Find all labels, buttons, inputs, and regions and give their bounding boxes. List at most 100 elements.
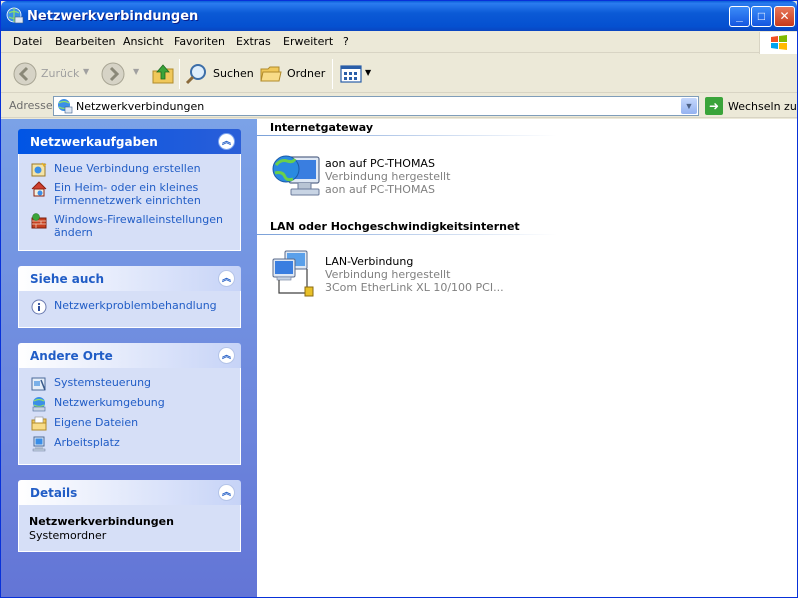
- group-header-internet-gateway: Internetgateway: [270, 121, 374, 134]
- search-icon: [185, 64, 206, 85]
- panel-body: Systemsteuerung Netzwerkumgebung Eigene …: [18, 368, 241, 465]
- group-divider: [257, 135, 557, 136]
- windows-flag-icon: [771, 35, 787, 50]
- panel-body: Neue Verbindung erstellen Ein Heim- oder…: [18, 154, 241, 251]
- menu-extras[interactable]: Extras: [236, 35, 271, 48]
- my-computer-icon: [32, 436, 46, 452]
- forward-dropdown-icon: ▼: [133, 67, 140, 76]
- panel-title: Netzwerkaufgaben: [30, 135, 158, 149]
- connection-device: aon auf PC-THOMAS: [325, 183, 435, 196]
- panel-header-other-places[interactable]: Andere Orte ︽: [18, 343, 241, 368]
- back-dropdown-icon: ▼: [83, 67, 90, 76]
- connection-status: Verbindung hergestellt: [325, 268, 451, 281]
- minimize-button[interactable]: _: [729, 6, 750, 27]
- group-header-lan: LAN oder Hochgeschwindigkeitsinternet: [270, 220, 520, 233]
- task-network-troubleshooter[interactable]: Netzwerkproblembehandlung: [29, 299, 230, 315]
- home-network-icon: [31, 181, 47, 197]
- explorer-window: Netzwerkverbindungen _ □ ✕ Datei Bearbei…: [0, 0, 798, 598]
- firewall-icon: [31, 213, 47, 229]
- task-new-connection[interactable]: Neue Verbindung erstellen: [29, 162, 230, 177]
- internet-gateway-icon: [272, 155, 320, 196]
- menu-help[interactable]: ?: [343, 35, 349, 48]
- menu-ansicht[interactable]: Ansicht: [123, 35, 164, 48]
- search-label: Suchen: [213, 67, 254, 80]
- panel-header-network-tasks[interactable]: Netzwerkaufgaben ︽: [18, 129, 241, 154]
- place-my-documents[interactable]: Eigene Dateien: [29, 416, 230, 431]
- network-neighborhood-icon: [32, 397, 46, 412]
- connection-status: Verbindung hergestellt: [325, 170, 451, 183]
- connection-item-aon[interactable]: aon auf PC-THOMAS Verbindung hergestellt…: [271, 151, 571, 203]
- maximize-button[interactable]: □: [751, 6, 772, 27]
- views-button[interactable]: ▼: [339, 62, 373, 86]
- search-button[interactable]: Suchen: [185, 62, 254, 86]
- menu-bar: Datei Bearbeiten Ansicht Favoriten Extra…: [1, 31, 797, 54]
- panel-title: Siehe auch: [30, 272, 105, 286]
- details-name: Netzwerkverbindungen: [29, 515, 174, 528]
- task-pane: Netzwerkaufgaben ︽ Neue Verbindung erste…: [1, 119, 257, 597]
- window-title: Netzwerkverbindungen: [27, 9, 199, 24]
- task-firewall-settings[interactable]: Windows-Firewalleinstellungen ändern: [29, 213, 230, 239]
- menu-erweitert[interactable]: Erweitert: [283, 35, 333, 48]
- menu-favoriten[interactable]: Favoriten: [174, 35, 225, 48]
- content-area: Netzwerkaufgaben ︽ Neue Verbindung erste…: [1, 119, 797, 597]
- place-control-panel[interactable]: Systemsteuerung: [29, 376, 230, 391]
- folder-icon: [260, 66, 282, 82]
- control-panel-icon: [31, 377, 46, 391]
- panel-details: Details ︽ Netzwerkverbindungen Systemord…: [18, 480, 241, 552]
- views-icon: [340, 65, 362, 83]
- panel-body: Netzwerkverbindungen Systemordner: [18, 505, 241, 552]
- panel-other-places: Andere Orte ︽ Systemsteuerung Netzwerkum…: [18, 343, 241, 465]
- panel-header-see-also[interactable]: Siehe auch ︽: [18, 266, 241, 291]
- place-network-neighborhood[interactable]: Netzwerkumgebung: [29, 396, 230, 412]
- title-bar[interactable]: Netzwerkverbindungen _ □ ✕: [1, 1, 797, 31]
- network-connections-icon: [58, 99, 73, 114]
- collapse-icon[interactable]: ︽: [218, 484, 235, 501]
- windows-logo: [759, 32, 797, 54]
- address-label: Adresse: [9, 99, 53, 112]
- panel-body: Netzwerkproblembehandlung: [18, 291, 241, 328]
- connection-device: 3Com EtherLink XL 10/100 PCI...: [325, 281, 504, 294]
- my-documents-icon: [31, 416, 47, 431]
- back-label: Zurück: [41, 67, 80, 80]
- back-button[interactable]: Zurück ▼: [13, 62, 93, 86]
- group-divider: [257, 234, 557, 235]
- folders-button[interactable]: Ordner: [259, 62, 325, 86]
- details-type: Systemordner: [29, 529, 107, 542]
- panel-header-details[interactable]: Details ︽: [18, 480, 241, 505]
- go-arrow-icon: ➜: [705, 97, 723, 115]
- go-label: Wechseln zu: [728, 100, 797, 113]
- close-button[interactable]: ✕: [774, 6, 795, 27]
- up-folder-button[interactable]: [151, 62, 175, 86]
- info-icon: [31, 299, 47, 315]
- menu-datei[interactable]: Datei: [13, 35, 42, 48]
- back-arrow-icon: [13, 62, 37, 86]
- task-home-network[interactable]: Ein Heim- oder ein kleines Firmennetzwer…: [29, 181, 230, 207]
- address-dropdown-button[interactable]: ▼: [681, 98, 697, 114]
- forward-arrow-icon: [101, 62, 125, 86]
- views-dropdown-icon: ▼: [365, 68, 372, 77]
- panel-network-tasks: Netzwerkaufgaben ︽ Neue Verbindung erste…: [18, 129, 241, 251]
- address-input[interactable]: Netzwerkverbindungen ▼: [53, 96, 699, 116]
- address-value: Netzwerkverbindungen: [76, 100, 205, 113]
- panel-title: Details: [30, 486, 78, 500]
- connection-name: LAN-Verbindung: [325, 255, 414, 268]
- collapse-icon[interactable]: ︽: [218, 133, 235, 150]
- connection-name: aon auf PC-THOMAS: [325, 157, 435, 170]
- toolbar-separator: [332, 59, 333, 89]
- place-my-computer[interactable]: Arbeitsplatz: [29, 436, 230, 452]
- collapse-icon[interactable]: ︽: [218, 347, 235, 364]
- panel-see-also: Siehe auch ︽ Netzwerkproblembehandlung: [18, 266, 241, 328]
- address-bar: Adresse Netzwerkverbindungen ▼ ➜ Wechsel…: [1, 94, 797, 118]
- toolbar-separator: [179, 59, 180, 89]
- lan-connection-icon: [272, 250, 314, 297]
- panel-title: Andere Orte: [30, 349, 113, 363]
- collapse-icon[interactable]: ︽: [218, 270, 235, 287]
- connection-item-lan[interactable]: LAN-Verbindung Verbindung hergestellt 3C…: [271, 249, 571, 301]
- folder-up-icon: [152, 64, 174, 84]
- new-connection-icon: [31, 162, 47, 177]
- toolbar: Zurück ▼ ▼ Suchen Ordner ▼: [1, 54, 797, 93]
- menu-bearbeiten[interactable]: Bearbeiten: [55, 35, 115, 48]
- forward-button[interactable]: ▼: [101, 62, 141, 86]
- folders-label: Ordner: [287, 67, 326, 80]
- network-connections-icon: [6, 7, 24, 24]
